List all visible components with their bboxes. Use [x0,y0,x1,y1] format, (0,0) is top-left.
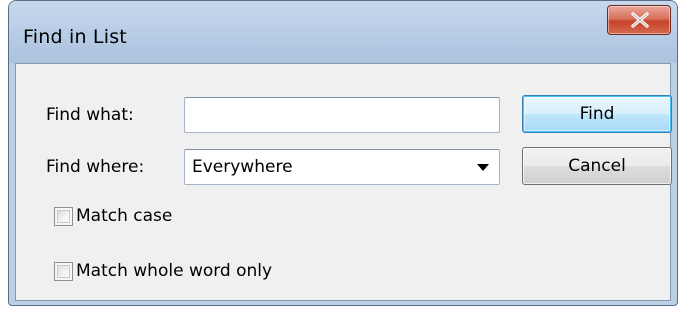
find-where-label: Find where: [46,157,145,177]
find-what-label: Find what: [46,105,134,125]
cancel-button[interactable]: Cancel [522,147,672,185]
find-what-input[interactable] [184,97,500,133]
match-case-checkbox[interactable] [54,207,73,226]
close-button[interactable] [607,5,671,35]
match-whole-word-checkbox[interactable] [54,262,73,281]
close-icon [631,12,649,28]
find-where-value: Everywhere [192,157,293,177]
dialog-body: Find what: Find where: Everywhere Find C… [15,63,672,301]
find-in-list-dialog: Find in List Find what: Find where: Ever… [8,0,678,306]
title-bar: Find in List [9,1,677,63]
find-button[interactable]: Find [522,95,672,133]
match-whole-word-label[interactable]: Match whole word only [76,261,272,281]
match-case-label[interactable]: Match case [76,206,172,226]
find-where-select[interactable]: Everywhere [184,149,500,185]
chevron-down-icon [477,164,489,171]
window-title: Find in List [23,26,127,48]
